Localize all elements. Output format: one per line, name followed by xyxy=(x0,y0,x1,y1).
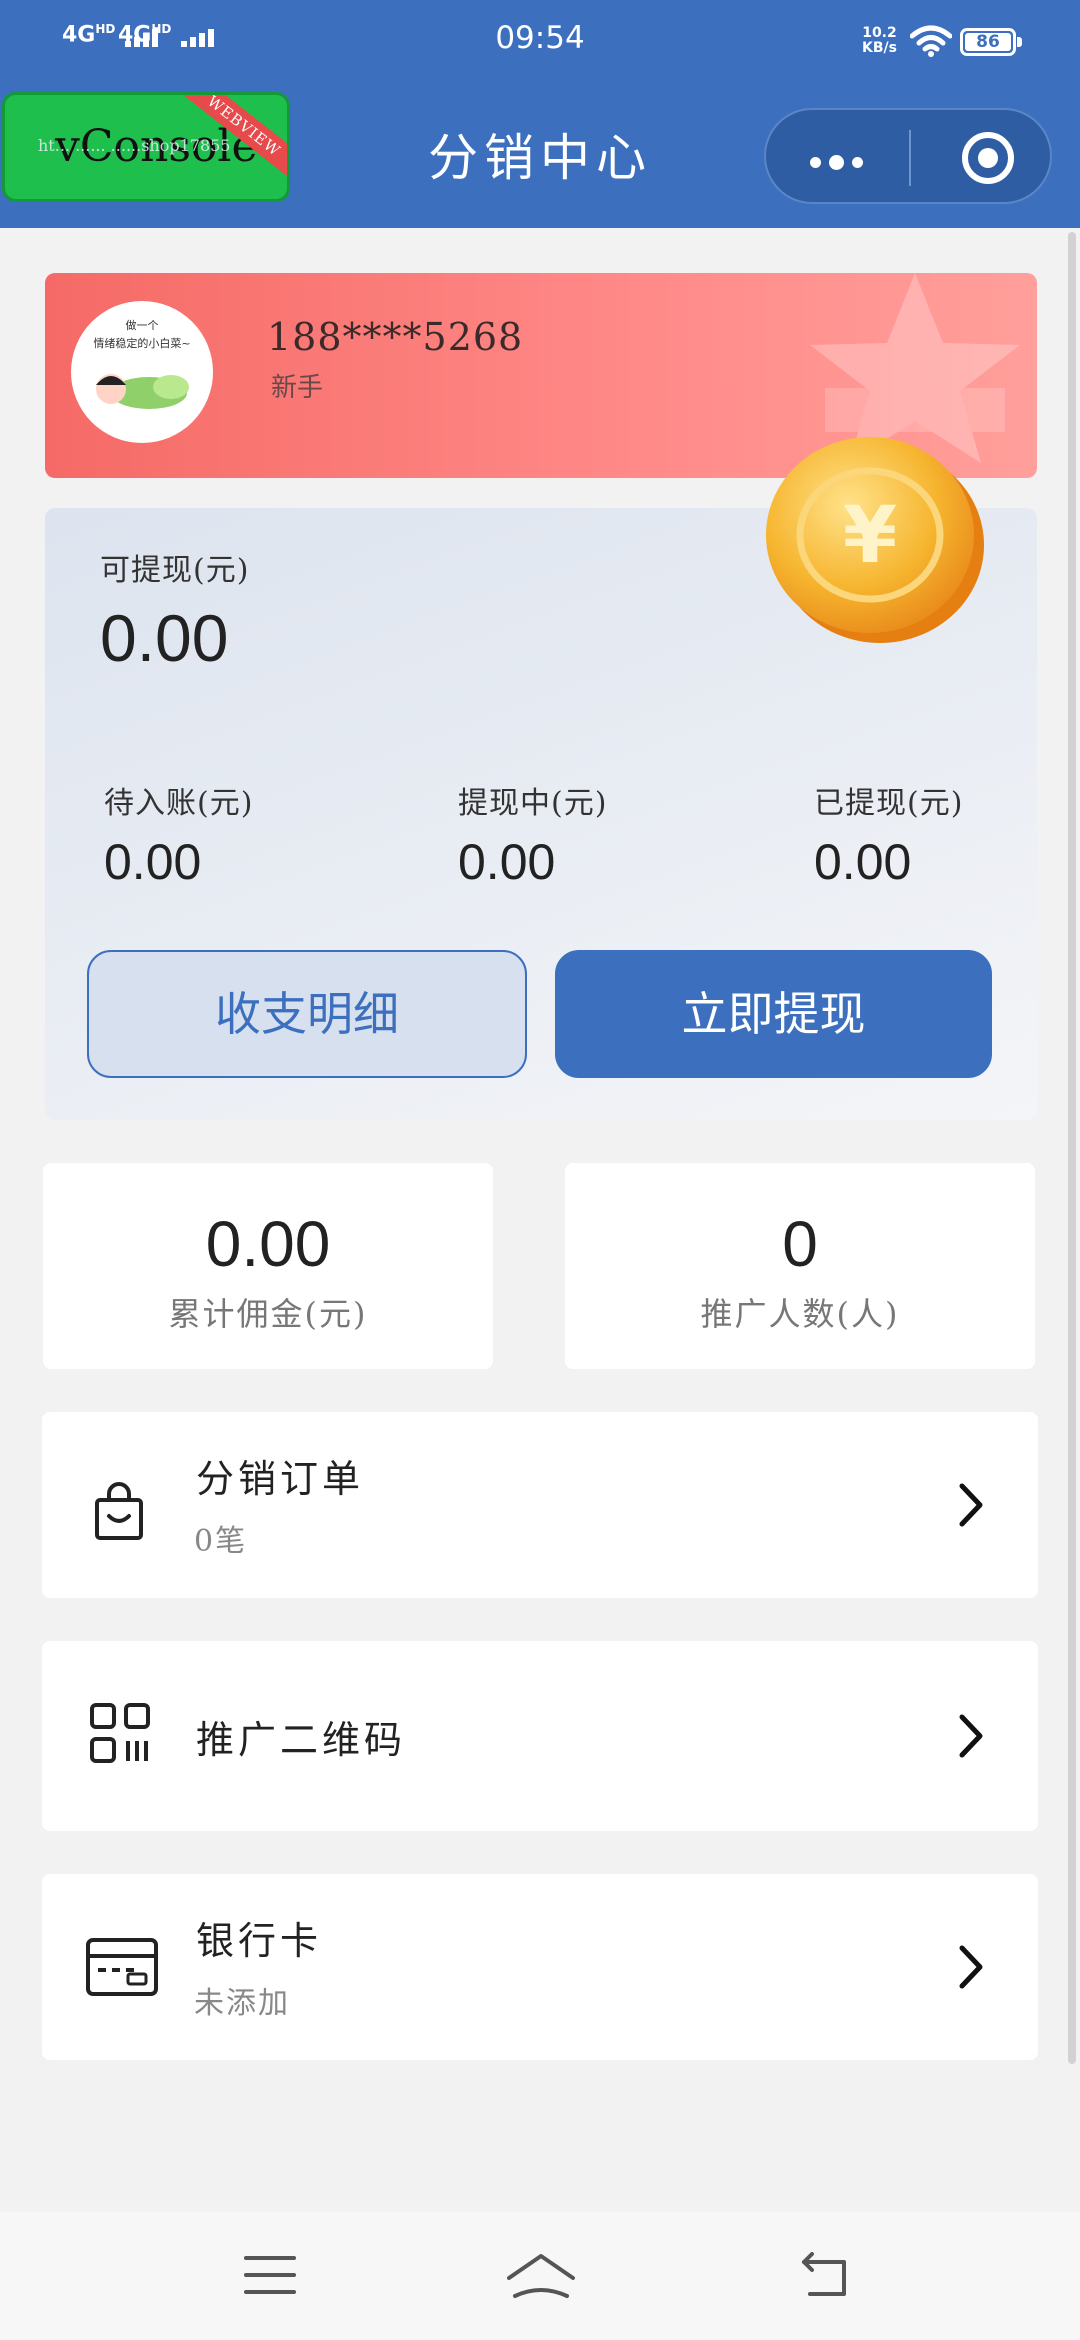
withdrawn-amount: 0.00 xyxy=(814,834,912,890)
close-miniapp-icon[interactable] xyxy=(962,132,1014,184)
bank-card-status: 未添加 xyxy=(194,1986,290,2021)
pending-label: 待入账(元) xyxy=(104,786,254,821)
top-bar: 4GHD 4GHD 09:54 10.2 KB/s 86 vConsole WE… xyxy=(0,0,1080,228)
qr-code-icon xyxy=(90,1703,150,1763)
distribution-orders-count: 0笔 xyxy=(194,1524,248,1559)
withdrawing-amount: 0.00 xyxy=(458,834,556,890)
promoted-card: 0 推广人数(人) xyxy=(565,1163,1035,1369)
promo-qrcode-row[interactable]: 推广二维码 xyxy=(42,1641,1038,1831)
bank-card-icon xyxy=(86,1938,158,1996)
more-options-icon[interactable] xyxy=(810,153,871,172)
promo-qrcode-title: 推广二维码 xyxy=(196,1718,407,1762)
distribution-orders-title: 分销订单 xyxy=(196,1457,365,1501)
withdrawable-amount: 0.00 xyxy=(100,601,229,675)
distribution-orders-row[interactable]: 分销订单 0笔 xyxy=(42,1412,1038,1598)
avatar-caption-2: 情绪稳定的小白菜~ xyxy=(93,337,191,350)
net-speed-value: 10.2 xyxy=(862,25,897,41)
wifi-icon xyxy=(910,25,952,57)
avatar[interactable]: 做一个 情绪稳定的小白菜~ xyxy=(71,301,213,443)
home-icon[interactable] xyxy=(505,2252,577,2302)
net-speed: 10.2 KB/s xyxy=(862,26,897,56)
status-bar: 4GHD 4GHD 09:54 10.2 KB/s 86 xyxy=(0,0,1080,80)
avatar-caption-1: 做一个 xyxy=(125,319,159,332)
system-nav-bar xyxy=(0,2212,1080,2340)
chevron-right-icon xyxy=(959,1483,983,1527)
withdrawing-label: 提现中(元) xyxy=(458,786,608,821)
capsule-divider xyxy=(909,130,911,186)
commission-card: 0.00 累计佣金(元) xyxy=(43,1163,493,1369)
chevron-right-icon xyxy=(959,1714,983,1758)
battery-icon: 86 xyxy=(960,28,1022,56)
back-icon[interactable] xyxy=(796,2252,852,2300)
promoted-value: 0 xyxy=(782,1208,818,1280)
commission-value: 0.00 xyxy=(205,1208,331,1280)
bank-card-row[interactable]: 银行卡 未添加 xyxy=(42,1874,1038,2060)
withdrawn-label: 已提现(元) xyxy=(814,786,964,821)
withdrawable-label: 可提现(元) xyxy=(100,553,250,588)
withdraw-now-button[interactable]: 立即提现 xyxy=(555,950,992,1078)
commission-label: 累计佣金(元) xyxy=(168,1295,368,1333)
chevron-right-icon xyxy=(959,1945,983,1989)
miniapp-capsule xyxy=(764,108,1052,204)
shopping-bag-icon xyxy=(95,1482,143,1540)
transaction-detail-button[interactable]: 收支明细 xyxy=(87,950,527,1078)
battery-level: 86 xyxy=(976,32,1000,52)
bank-card-title: 银行卡 xyxy=(196,1919,323,1963)
net-speed-unit: KB/s xyxy=(862,40,897,56)
gold-coin-icon: ¥ xyxy=(766,437,984,643)
user-phone: 188****5268 xyxy=(267,315,524,359)
promoted-label: 推广人数(人) xyxy=(700,1295,900,1333)
pending-amount: 0.00 xyxy=(104,834,202,890)
scrollbar[interactable] xyxy=(1068,232,1076,2064)
menu-icon[interactable] xyxy=(242,2252,298,2298)
user-level: 新手 xyxy=(271,373,324,403)
svg-text:¥: ¥ xyxy=(843,491,897,581)
